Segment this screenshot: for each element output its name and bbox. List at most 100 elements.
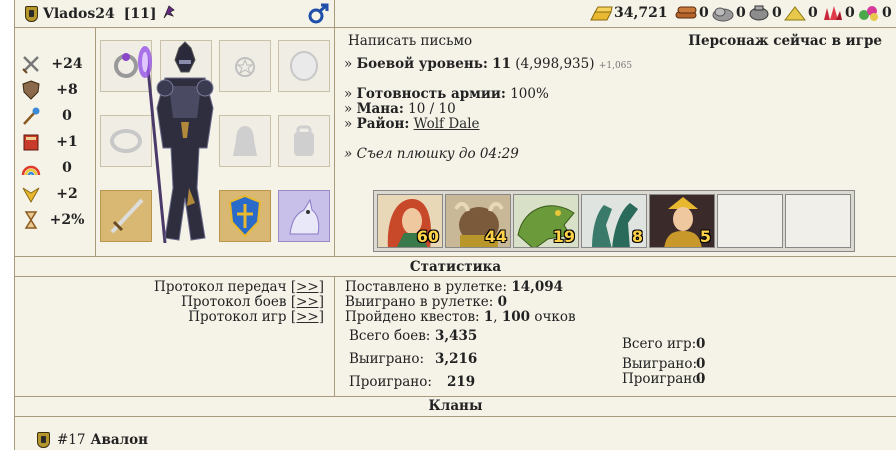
mana-row: » Мана: 10 / 10 [344, 101, 456, 117]
resource-crystals: 0 [820, 2, 855, 24]
gold-icon [589, 4, 613, 22]
combat-level-value: 11 [492, 56, 511, 72]
profile-frame: Vlados24 [11] 34,721 0 0 0 0 0 0 +24 +8 … [14, 0, 896, 450]
resource-ore: 0 [711, 2, 746, 24]
clan-shield-icon [37, 432, 50, 448]
games-lost-label: Проиграно: [622, 371, 705, 387]
combat-level-label: Боевой уровень: [356, 56, 488, 72]
battles-lost-value: 219 [447, 374, 476, 390]
attack-icon [21, 54, 41, 74]
stat-attack: +24 [21, 53, 91, 75]
game-log-link[interactable]: [>>] [291, 309, 324, 325]
gems-amount: 0 [882, 5, 892, 21]
quests-count: 1 [483, 309, 494, 325]
games-lost-value: 0 [696, 371, 706, 387]
battle-log-label: Протокол боев [181, 294, 287, 310]
army-slot-1[interactable]: 60 [377, 194, 443, 248]
battle-log-link[interactable]: [>>] [291, 294, 324, 310]
army-count: 5 [699, 227, 711, 246]
stat-value: +2% [49, 212, 85, 228]
crystals-amount: 0 [845, 5, 855, 21]
district-link[interactable]: Wolf Dale [414, 116, 480, 132]
stat-value: +24 [51, 56, 83, 72]
army-slot-5[interactable]: 5 [649, 194, 715, 248]
games-total-value: 0 [696, 336, 706, 352]
roulette-won-row: Выиграно в рулетке: 0 [345, 294, 507, 310]
clan-item[interactable]: #17 Авалон [37, 432, 148, 448]
write-letter-link[interactable]: Написать письмо [348, 33, 472, 49]
character-figure [125, 38, 225, 248]
battles-won-label: Выиграно: [349, 351, 425, 367]
equip-slot-cloak[interactable] [219, 115, 271, 167]
roulette-bet-label: Поставлено в рулетке: [345, 279, 508, 295]
quests-row: Пройдено квестов: 1, 100 очков [345, 309, 576, 325]
stat-initiative: +2% [21, 209, 91, 231]
sulfur-icon [783, 4, 807, 22]
gold-amount: 34,721 [614, 5, 668, 21]
army-slot-7[interactable] [785, 194, 851, 248]
stat-value: +1 [56, 134, 78, 150]
battles-total-label: Всего боев: [349, 328, 431, 344]
battles-lost-label: Проиграно: [349, 374, 432, 390]
transfer-log-row: Протокол передач [>>] [154, 279, 324, 295]
resource-mercury: 0 [747, 2, 782, 24]
battles-won-value: 3,216 [435, 351, 478, 367]
stat-value: 0 [62, 108, 72, 124]
transfer-log-link[interactable]: [>>] [291, 279, 324, 295]
army-ready-value: 100% [510, 86, 549, 102]
player-level: [11] [123, 6, 157, 22]
equip-slot-backpack[interactable] [278, 115, 330, 167]
equip-slot-mount[interactable] [278, 190, 330, 242]
equip-slot-shield[interactable] [219, 190, 271, 242]
quests-points-suffix: очков [534, 309, 576, 325]
experience-gain: +1,065 [598, 61, 633, 71]
army-count: 8 [631, 227, 643, 246]
clan-shield-icon[interactable] [25, 6, 38, 22]
luck-icon [21, 158, 41, 178]
games-won-value: 0 [696, 356, 706, 372]
clan-name[interactable]: Авалон [91, 432, 149, 448]
army-slot-4[interactable]: 8 [581, 194, 647, 248]
online-status: Персонаж сейчас в игре [688, 33, 882, 49]
clans-title: Кланы [428, 398, 483, 414]
mercury-amount: 0 [772, 5, 782, 21]
army-ready-label: Готовность армии: [356, 86, 506, 102]
faction-icon[interactable] [162, 4, 176, 24]
army-slot-3[interactable]: 19 [513, 194, 579, 248]
district-label: Район: [356, 116, 410, 132]
effect-row: » Съел плюшку до 04:29 [344, 146, 519, 162]
stat-defense: +8 [21, 79, 91, 101]
army-count: 19 [552, 227, 575, 246]
army-slot-6[interactable] [717, 194, 783, 248]
effect-text: Съел плюшку до 04:29 [356, 146, 519, 162]
equip-slot-mirror[interactable] [278, 40, 330, 92]
battles-total-value: 3,435 [435, 328, 478, 344]
spellpower-icon [21, 106, 41, 126]
resource-gold: 34,721 [589, 2, 668, 24]
stat-knowledge: +1 [21, 131, 91, 153]
army-count: 44 [484, 227, 507, 246]
resource-gems: 0 [857, 2, 892, 24]
quests-label: Пройдено квестов: [345, 309, 480, 325]
district-row: » Район: Wolf Dale [344, 116, 480, 132]
quests-points: 100 [501, 309, 531, 325]
resource-wood: 0 [674, 2, 709, 24]
wood-icon [674, 4, 698, 22]
army-count: 60 [416, 227, 439, 246]
stat-value: +8 [56, 82, 78, 98]
mana-value: 10 / 10 [408, 101, 456, 117]
games-total-label: Всего игр: [622, 336, 697, 352]
equip-slot-amulet[interactable] [219, 40, 271, 92]
roulette-bet-value: 14,094 [511, 279, 564, 295]
stat-luck: 0 [21, 157, 91, 179]
stat-value: 0 [62, 160, 72, 176]
stat-morale: +2 [21, 183, 91, 205]
mana-label: Мана: [356, 101, 404, 117]
knowledge-icon [21, 132, 41, 152]
games-won-label: Выиграно: [622, 356, 698, 372]
combat-level-row: » Боевой уровень: 11 (4,998,935) +1,065 [344, 56, 633, 72]
game-log-row: Протокол игр [>>] [188, 309, 324, 325]
sulfur-amount: 0 [808, 5, 818, 21]
clan-number: #17 [57, 432, 86, 448]
army-slot-2[interactable]: 44 [445, 194, 511, 248]
